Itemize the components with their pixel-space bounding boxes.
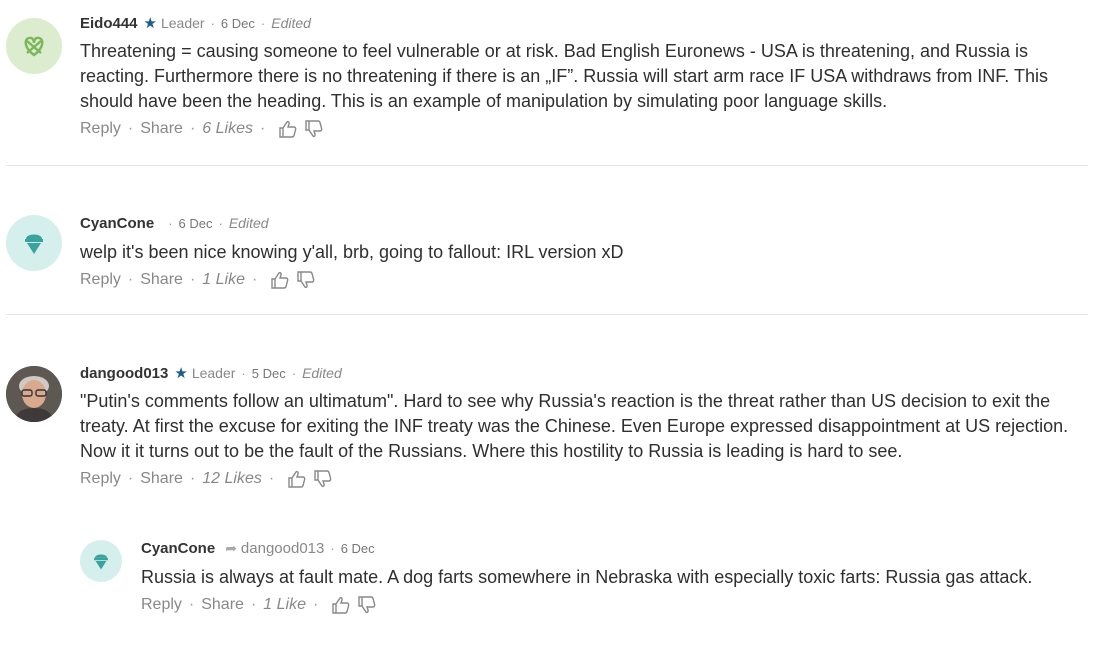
author-name[interactable]: CyanCone xyxy=(80,215,154,232)
likes-count[interactable]: 1 Like xyxy=(263,596,306,614)
reply-button[interactable]: Reply xyxy=(80,470,121,488)
author-name[interactable]: dangood013 xyxy=(80,365,168,382)
thumbs-down-icon[interactable] xyxy=(313,469,333,489)
role-badge: Leader xyxy=(160,15,205,31)
pretzel-icon xyxy=(24,36,44,57)
avatar[interactable] xyxy=(6,215,62,271)
thumbs-down-icon[interactable] xyxy=(296,270,316,290)
likes-count[interactable]: 12 Likes xyxy=(202,470,262,488)
thumbs-up-icon[interactable] xyxy=(331,595,351,615)
avatar[interactable] xyxy=(6,366,62,422)
thumbs-down-icon[interactable] xyxy=(304,119,324,139)
separator: · xyxy=(210,16,215,31)
edited-label: Edited xyxy=(271,15,311,31)
reply-button[interactable]: Reply xyxy=(141,596,182,614)
thumbs-up-icon[interactable] xyxy=(270,270,290,290)
comment-text: Russia is always at fault mate. A dog fa… xyxy=(141,567,1033,587)
separator: · xyxy=(127,470,134,487)
share-button[interactable]: Share xyxy=(140,271,183,289)
separator: · xyxy=(127,120,134,137)
comment-actions: Reply · Share · 12 Likes · xyxy=(80,467,1082,491)
separator: · xyxy=(268,470,275,487)
thumbs-down-icon[interactable] xyxy=(357,595,377,615)
comment-actions: Reply · Share · 6 Likes · xyxy=(80,117,1082,141)
author-name[interactable]: CyanCone xyxy=(141,540,215,557)
separator: · xyxy=(260,16,266,31)
comment-date[interactable]: 6 Dec xyxy=(341,541,375,556)
comment-date[interactable]: 6 Dec xyxy=(221,16,255,31)
separator: · xyxy=(330,541,335,556)
likes-count[interactable]: 6 Likes xyxy=(202,120,253,138)
thumbs-up-icon[interactable] xyxy=(278,119,298,139)
comment-meta: Eido444 ★ Leader · 6 Dec · Edited xyxy=(80,14,1082,36)
divider xyxy=(6,314,1088,315)
separator: · xyxy=(189,120,196,137)
comment-text: Threatening = causing someone to feel vu… xyxy=(80,41,1048,111)
avatar[interactable] xyxy=(80,540,122,582)
separator: · xyxy=(189,470,196,487)
comment-meta: CyanCone ➦ dangood013 · 6 Dec xyxy=(141,540,1082,562)
separator: · xyxy=(127,271,134,288)
separator: · xyxy=(168,216,173,231)
edited-label: Edited xyxy=(228,215,269,231)
separator: · xyxy=(218,216,223,231)
separator: · xyxy=(241,366,246,381)
avatar[interactable] xyxy=(6,18,62,74)
reply-to-author[interactable]: dangood013 xyxy=(241,540,324,557)
user-photo xyxy=(6,366,62,422)
separator: · xyxy=(189,271,196,288)
comment-date[interactable]: 6 Dec xyxy=(179,216,213,231)
divider xyxy=(6,165,1088,166)
likes-count[interactable]: 1 Like xyxy=(202,271,245,289)
separator: · xyxy=(188,596,195,613)
leader-star-icon: ★ xyxy=(174,365,188,382)
comment-thread: Eido444 ★ Leader · 6 Dec · Edited Threat… xyxy=(0,0,1094,657)
comment-meta: CyanCone · 6 Dec · Edited xyxy=(80,215,1082,237)
comment-text: "Putin's comments follow an ultimatum". … xyxy=(80,391,1069,461)
share-button[interactable]: Share xyxy=(201,596,244,614)
separator: · xyxy=(259,120,266,137)
separator: · xyxy=(291,366,297,381)
edited-label: Edited xyxy=(302,365,342,381)
comment-text: welp it's been nice knowing y'all, brb, … xyxy=(80,242,624,262)
comment-meta: dangood013 ★ Leader · 5 Dec · Edited xyxy=(80,364,1082,386)
author-name[interactable]: Eido444 xyxy=(80,15,138,32)
reply-button[interactable]: Reply xyxy=(80,271,121,289)
share-button[interactable]: Share xyxy=(140,120,183,138)
comment-date[interactable]: 5 Dec xyxy=(252,366,286,381)
comment-actions: Reply · Share · 1 Like · xyxy=(80,268,1082,292)
reply-arrow-icon: ➦ xyxy=(225,540,237,556)
ice-cream-icon xyxy=(25,234,43,254)
separator: · xyxy=(251,271,258,288)
leader-star-icon: ★ xyxy=(143,15,157,32)
thumbs-up-icon[interactable] xyxy=(287,469,307,489)
role-badge: Leader xyxy=(191,365,236,381)
separator: · xyxy=(250,596,257,613)
reply-button[interactable]: Reply xyxy=(80,120,121,138)
ice-cream-icon xyxy=(94,554,108,570)
share-button[interactable]: Share xyxy=(140,470,183,488)
comment-actions: Reply · Share · 1 Like · xyxy=(141,593,1082,617)
separator: · xyxy=(312,596,319,613)
